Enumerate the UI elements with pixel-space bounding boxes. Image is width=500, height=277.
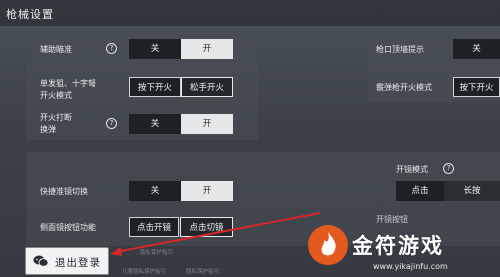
side-scope-label: 侧面镜按钮功能 — [40, 223, 96, 232]
privacy-link-secondary[interactable]: 隐私保护指引 — [186, 267, 219, 275]
scope-mode-hold-button[interactable]: 长按 — [444, 181, 500, 201]
chat-bubble-icon — [33, 255, 49, 267]
side-scope-tap-switch-button[interactable]: 点击切镜 — [180, 217, 233, 237]
fire-mode-label-line1: 单发狙、十字弩 — [40, 79, 96, 88]
aim-assist-off-button[interactable]: 关 — [129, 39, 181, 59]
fire-mode-release-button[interactable]: 松手开火 — [181, 77, 233, 97]
muzzle-hint-label: 枪口顶墙提示 — [376, 45, 424, 54]
fire-mode-label-line2: 开火模式 — [40, 91, 72, 100]
quick-scope-label: 快捷准镜切换 — [40, 187, 88, 196]
watermark-brand: 金符游戏 — [352, 234, 444, 258]
quick-scope-off-button[interactable]: 关 — [129, 181, 181, 201]
shotgun-fire-label: 霰弹枪开火模式 — [376, 83, 432, 92]
aim-assist-label: 辅助瞄准 — [40, 45, 72, 54]
flame-logo-mark — [321, 232, 336, 256]
privacy-link[interactable]: 隐私保护指引 — [140, 248, 173, 256]
scope-mode-tap-button[interactable]: 点击 — [396, 181, 444, 201]
logout-label: 退出登录 — [55, 257, 101, 269]
side-scope-tap-open-button[interactable]: 点击开镜 — [129, 217, 179, 237]
scope-switch-partial-label: 开镜按钮 — [376, 215, 408, 224]
child-privacy-link[interactable]: 儿童隐私保护指引 — [122, 267, 166, 275]
help-icon[interactable]: ? — [443, 163, 454, 174]
shotgun-press-button[interactable]: 按下开火 — [453, 77, 500, 97]
help-icon[interactable]: ? — [106, 118, 117, 129]
interrupt-reload-on-button[interactable]: 开 — [181, 114, 233, 134]
aim-assist-on-button[interactable]: 开 — [181, 39, 233, 59]
scope-mode-label: 开镜模式 — [396, 165, 428, 174]
quick-scope-on-button[interactable]: 开 — [181, 181, 233, 201]
help-icon[interactable]: ? — [106, 43, 117, 54]
interrupt-reload-off-button[interactable]: 关 — [129, 114, 181, 134]
muzzle-hint-off-button[interactable]: 关 — [453, 39, 500, 59]
settings-header-bar — [0, 0, 500, 26]
watermark-url: www.yikajinfu.com — [373, 262, 448, 271]
fire-mode-press-button[interactable]: 按下开火 — [129, 77, 181, 97]
interrupt-reload-label-line1: 开火打断 — [40, 113, 72, 122]
interrupt-reload-label-line2: 换弹 — [40, 125, 56, 134]
section-title: 枪械设置 — [6, 8, 54, 21]
